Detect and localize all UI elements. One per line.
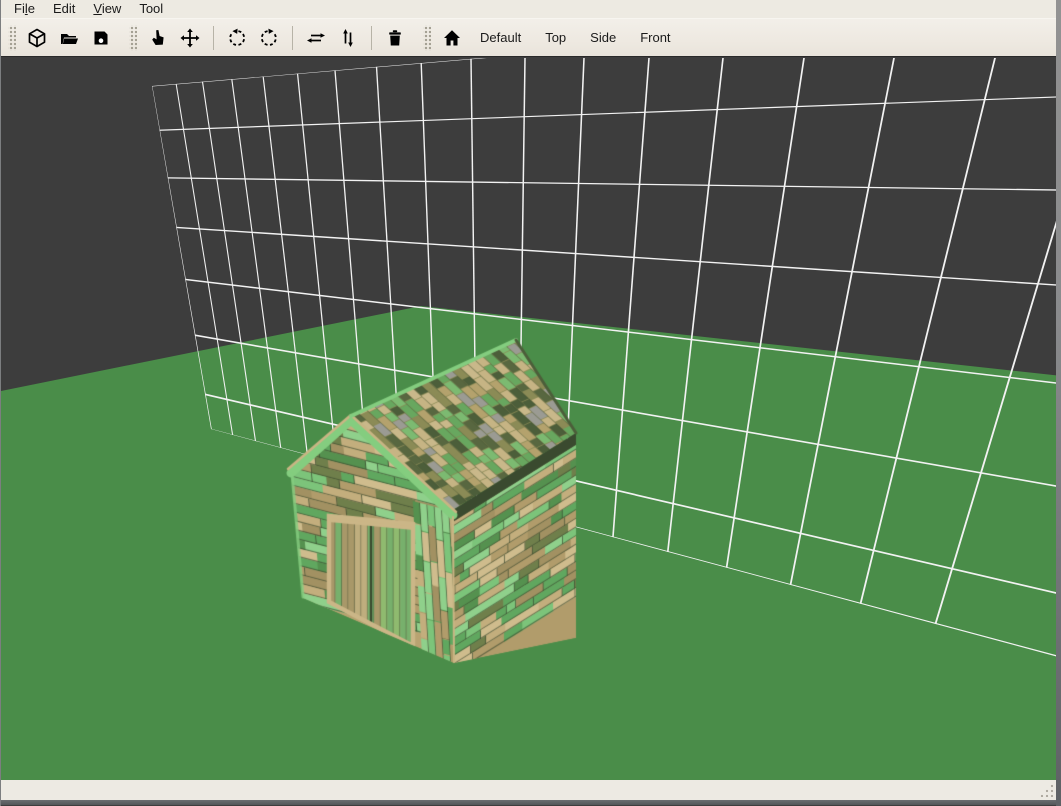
- view-side-button[interactable]: Side: [579, 24, 627, 51]
- toolbar: Default Top Side Front: [1, 19, 1061, 56]
- toolbar-separator: [292, 26, 293, 50]
- rotate-left-button[interactable]: [222, 23, 252, 53]
- cube-icon: [27, 28, 47, 48]
- view-default-button[interactable]: Default: [469, 24, 532, 51]
- rotate-ccw-icon: [227, 28, 247, 48]
- window-frame-right: [1056, 0, 1061, 806]
- menu-file[interactable]: File: [5, 0, 44, 18]
- menu-tool[interactable]: Tool: [130, 0, 172, 18]
- trash-icon: [385, 28, 405, 48]
- toolbar-grip[interactable]: [129, 25, 137, 51]
- toolbar-grip[interactable]: [423, 25, 431, 51]
- flip-horizontal-button[interactable]: [301, 23, 331, 53]
- viewport-3d[interactable]: [1, 56, 1061, 780]
- open-folder-icon: [59, 28, 79, 48]
- menu-edit[interactable]: Edit: [44, 0, 84, 18]
- window-frame-bottom: [1, 800, 1061, 805]
- move-arrows-icon: [180, 28, 200, 48]
- open-button[interactable]: [54, 23, 84, 53]
- toolbar-separator: [371, 26, 372, 50]
- rotate-cw-icon: [259, 28, 279, 48]
- toolbar-grip[interactable]: [8, 25, 16, 51]
- menu-view[interactable]: View: [84, 0, 130, 18]
- rotate-right-button[interactable]: [254, 23, 284, 53]
- app-window: File Edit View Tool: [0, 0, 1061, 806]
- statusbar: [1, 780, 1061, 800]
- vertical-arrows-icon: [338, 28, 358, 48]
- home-view-button[interactable]: [437, 23, 467, 53]
- floppy-disk-icon: [91, 28, 111, 48]
- select-tool-button[interactable]: [143, 23, 173, 53]
- view-front-button[interactable]: Front: [629, 24, 681, 51]
- view-top-button[interactable]: Top: [534, 24, 577, 51]
- resize-grip-icon[interactable]: [1040, 784, 1054, 797]
- menubar: File Edit View Tool: [1, 0, 1061, 19]
- house-model[interactable]: [276, 325, 591, 670]
- new-model-button[interactable]: [22, 23, 52, 53]
- flip-vertical-button[interactable]: [333, 23, 363, 53]
- toolbar-separator: [213, 26, 214, 50]
- hand-pointer-icon: [148, 28, 168, 48]
- move-tool-button[interactable]: [175, 23, 205, 53]
- horizontal-arrows-icon: [306, 28, 326, 48]
- save-button[interactable]: [86, 23, 116, 53]
- home-icon: [442, 28, 462, 48]
- delete-button[interactable]: [380, 23, 410, 53]
